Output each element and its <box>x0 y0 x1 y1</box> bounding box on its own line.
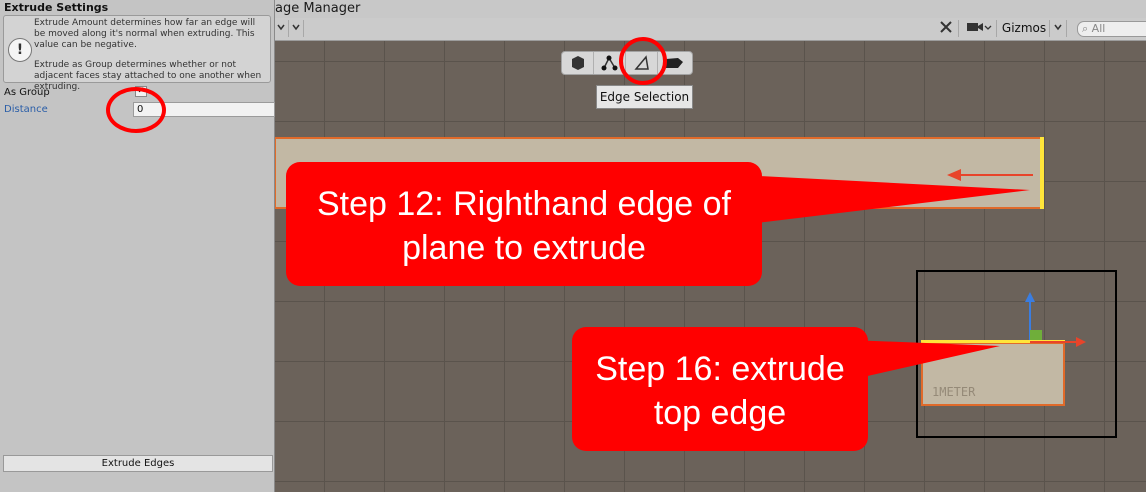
callout-pointer-step12 <box>740 175 1030 225</box>
callout-step-12-line2: plane to extrude <box>402 229 646 267</box>
callout-step-12: Step 12: Righthand edge of plane to extr… <box>286 162 762 286</box>
callout-step-12-line1: Step 12: Righthand edge of <box>317 185 731 223</box>
callout-pointer-step16 <box>850 340 1000 380</box>
callout-step-16-line1: Step 16: extrude <box>595 350 845 388</box>
callout-step-16-line2: top edge <box>653 394 787 432</box>
callout-step-16: Step 16: extrude top edge <box>572 327 868 451</box>
